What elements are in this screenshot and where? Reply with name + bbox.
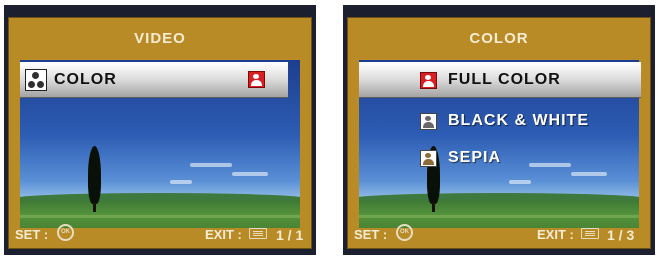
video-menu-screen: VIDEO COLOR SET : OK EXIT: 1 / 1 — [4, 5, 316, 255]
menu-title: VIDEO — [134, 30, 186, 47]
menu-button-icon — [249, 228, 267, 239]
cloud — [232, 172, 268, 176]
full-color-icon — [420, 71, 437, 89]
option-sepia[interactable]: SEPIA — [359, 143, 641, 173]
ok-button-icon: OK — [57, 224, 74, 241]
cloud — [509, 180, 531, 184]
tree-trunk — [93, 202, 96, 212]
option-black-white[interactable]: BLACK & WHITE — [359, 106, 641, 136]
page-indicator: 1 / 3 — [607, 227, 635, 243]
option-full-color[interactable]: FULL COLOR — [359, 62, 641, 98]
color-menu-screen: COLOR FULL COLOR BLACK & WHITE SEPIA SET… — [343, 5, 655, 255]
set-label: SET : — [354, 227, 388, 242]
option-label: SEPIA — [448, 149, 502, 166]
tree-trunk — [432, 202, 435, 212]
menu-frame: COLOR FULL COLOR BLACK & WHITE SEPIA SET… — [347, 17, 651, 249]
ok-button-icon: OK — [396, 224, 413, 241]
tree — [88, 146, 101, 204]
footer-bar: SET : OK EXIT : 1 / 1 — [9, 222, 311, 244]
sepia-icon — [420, 149, 437, 167]
menu-button-icon — [581, 228, 599, 239]
menu-frame: VIDEO COLOR SET : OK EXIT: 1 / 1 — [8, 17, 312, 249]
exit-label: EXIT : — [205, 227, 242, 242]
option-label: BLACK & WHITE — [448, 112, 589, 129]
color-effect-icon — [25, 69, 47, 91]
cloud — [170, 180, 192, 184]
page-indicator: 1 / 1 — [276, 227, 304, 243]
cloud — [190, 163, 232, 167]
set-label: SET : — [15, 227, 49, 242]
full-color-icon — [248, 71, 265, 88]
option-label: FULL COLOR — [448, 71, 561, 88]
black-white-icon — [420, 112, 437, 130]
menu-item-label: COLOR — [54, 71, 117, 88]
menu-title: COLOR — [469, 30, 529, 47]
menu-item-color[interactable]: COLOR — [20, 62, 288, 98]
exit-label: EXIT : — [537, 227, 574, 242]
footer-bar: SET : OK EXIT : 1 / 3 — [348, 222, 650, 244]
